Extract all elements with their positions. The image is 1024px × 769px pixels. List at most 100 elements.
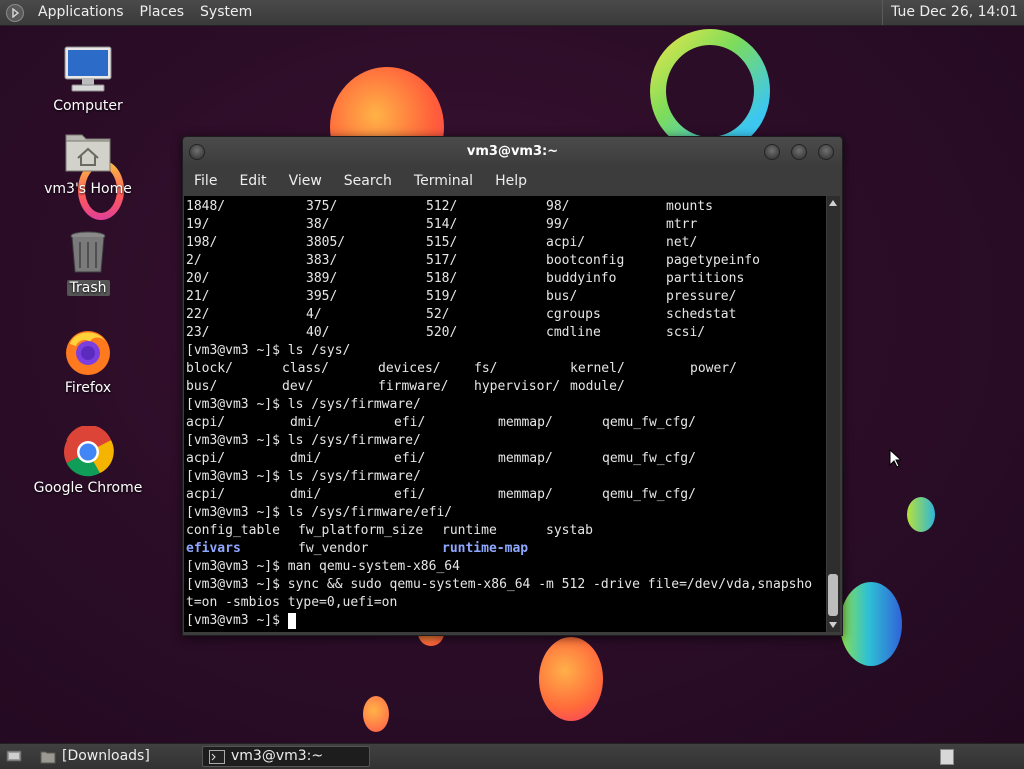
terminal-line: bus/dev/firmware/hypervisor/module/	[186, 378, 826, 396]
terminal-entry: efivars	[186, 541, 241, 556]
menu-view[interactable]: View	[278, 167, 333, 195]
show-desktop-button[interactable]	[3, 746, 25, 767]
show-desktop-icon	[6, 750, 22, 761]
terminal-entry: kernel/	[570, 361, 625, 376]
top-panel: Applications Places System Tue Dec 26, 1…	[0, 0, 1024, 26]
terminal-entry: memmap/	[498, 451, 553, 466]
terminal-entry: 21/	[186, 289, 210, 304]
taskbar-item-terminal[interactable]: vm3@vm3:~	[202, 746, 370, 767]
terminal-entry: efi/	[394, 415, 426, 430]
taskbar-item-downloads[interactable]: [Downloads]	[34, 746, 200, 767]
terminal-line: 23/40/520/cmdline scsi/	[186, 324, 826, 342]
menu-edit[interactable]: Edit	[228, 167, 277, 195]
terminal-text: [vm3@vm3 ~]$ ls /sys/	[186, 343, 351, 358]
terminal-text: [vm3@vm3 ~]$ ls /sys/firmware/	[186, 433, 421, 448]
distro-logo-icon[interactable]	[6, 3, 24, 22]
terminal-entry: 52/	[426, 307, 450, 322]
terminal-text: [vm3@vm3 ~]$ ls /sys/firmware/efi/	[186, 505, 453, 520]
menu-search[interactable]: Search	[333, 167, 403, 195]
taskbar-item-label: vm3@vm3:~	[231, 748, 324, 764]
desktop-icon-label: vm3's Home	[44, 181, 132, 197]
green-blue-bubble-decoration	[840, 582, 902, 666]
terminal-entry: config_table	[186, 523, 280, 538]
terminal-line: acpi/dmi/efi/memmap/qemu_fw_cfg/	[186, 486, 826, 504]
terminal-text: [vm3@vm3 ~]$ sync && sudo qemu-system-x8…	[186, 577, 813, 592]
places-menu[interactable]: Places	[132, 0, 193, 25]
terminal-entry: dmi/	[290, 451, 322, 466]
menu-terminal[interactable]: Terminal	[403, 167, 484, 195]
desktop-icon-label: Firefox	[64, 380, 112, 396]
terminal-scrollbar[interactable]	[827, 196, 840, 632]
desktop-icon-chrome[interactable]: Google Chrome	[33, 424, 143, 496]
desktop-icon-computer[interactable]: Computer	[33, 44, 143, 114]
terminal-entry: 1848/	[186, 199, 226, 214]
minimize-icon[interactable]	[764, 144, 780, 160]
terminal-line: acpi/dmi/efi/memmap/qemu_fw_cfg/	[186, 414, 826, 432]
terminal-entry: power/	[690, 361, 737, 376]
terminal-entry: qemu_fw_cfg/	[602, 415, 696, 430]
terminal-entry: block/	[186, 361, 233, 376]
taskbar-item-label: [Downloads]	[62, 748, 150, 764]
terminal-line: 2/383/517/bootconfig pagetypeinfo	[186, 252, 826, 270]
terminal-entry: 19/	[186, 217, 210, 232]
terminal-line: 198/3805/515/acpi/net/	[186, 234, 826, 252]
home-folder-icon	[62, 127, 114, 179]
terminal-line: 22/4/52/cgroups schedstat	[186, 306, 826, 324]
terminal-window[interactable]: vm3@vm3:~ File Edit View Search Terminal…	[182, 136, 843, 636]
desktop-icon-home[interactable]: vm3's Home	[33, 127, 143, 197]
terminal-entry: acpi/	[186, 451, 226, 466]
terminal-entry: 4/	[306, 307, 322, 322]
terminal-entry: module/	[570, 379, 625, 394]
terminal-line: [vm3@vm3 ~]$ ls /sys/firmware/	[186, 468, 826, 486]
maximize-icon[interactable]	[791, 144, 807, 160]
terminal-entry: runtime-map	[442, 541, 529, 556]
terminal-icon	[209, 749, 225, 764]
terminal-text: [vm3@vm3 ~]$	[186, 613, 288, 628]
terminal-entry: acpi/	[186, 415, 226, 430]
window-titlebar[interactable]: vm3@vm3:~	[183, 137, 842, 167]
terminal-entry: devices/	[378, 361, 441, 376]
close-icon[interactable]	[818, 144, 834, 160]
workspace-switcher[interactable]	[940, 746, 956, 767]
desktop-icon-firefox[interactable]: Firefox	[33, 326, 143, 396]
terminal-entry: 38/	[306, 217, 330, 232]
workspace-1-icon[interactable]	[940, 748, 954, 765]
menu-help[interactable]: Help	[484, 167, 538, 195]
terminal-entry: buddyinfo	[546, 271, 617, 286]
desktop-icon-trash[interactable]: Trash	[33, 226, 143, 296]
terminal-line: acpi/dmi/efi/memmap/qemu_fw_cfg/	[186, 450, 826, 468]
window-menu-icon[interactable]	[189, 144, 205, 160]
terminal-entry: 383/	[306, 253, 338, 268]
desktop-icon-label: Google Chrome	[33, 480, 143, 496]
terminal-entry: qemu_fw_cfg/	[602, 487, 696, 502]
bottom-panel: [Downloads] vm3@vm3:~	[0, 743, 1024, 769]
terminal-entry: 2/	[186, 253, 202, 268]
terminal-entry: 395/	[306, 289, 338, 304]
scroll-down-icon[interactable]	[829, 622, 837, 628]
orange-bubble-4-decoration	[363, 696, 389, 732]
terminal-entry: 515/	[426, 235, 458, 250]
terminal-entry: dev/	[282, 379, 314, 394]
terminal-entry: fw_vendor	[298, 541, 369, 556]
folder-icon	[40, 751, 56, 763]
terminal-text: [vm3@vm3 ~]$ man qemu-system-x86_64	[186, 559, 460, 574]
terminal-entry: fs/	[474, 361, 498, 376]
terminal-entry: 98/	[546, 199, 570, 214]
menu-file[interactable]: File	[183, 167, 228, 195]
clock[interactable]: Tue Dec 26, 14:01	[882, 0, 1024, 25]
terminal-output[interactable]: 1848/375/512/98/mounts 19/38/514/99/mtrr 1…	[184, 196, 826, 632]
terminal-line: [vm3@vm3 ~]$	[186, 612, 826, 630]
terminal-line: 20/389/518/buddyinfo partitions	[186, 270, 826, 288]
chrome-icon	[62, 424, 114, 478]
applications-menu[interactable]: Applications	[30, 0, 132, 25]
terminal-line: t=on -smbios type=0,uefi=on	[186, 594, 826, 612]
scrollbar-thumb[interactable]	[828, 574, 838, 616]
scroll-up-icon[interactable]	[829, 200, 837, 206]
terminal-entry: cgroups	[546, 307, 601, 322]
terminal-line: efivars fw_vendor runtime-map	[186, 540, 826, 558]
terminal-entry: runtime	[442, 523, 497, 538]
system-menu[interactable]: System	[192, 0, 260, 25]
terminal-entry: mtrr	[666, 217, 698, 232]
terminal-entry: efi/	[394, 487, 426, 502]
terminal-entry: schedstat	[666, 307, 737, 322]
